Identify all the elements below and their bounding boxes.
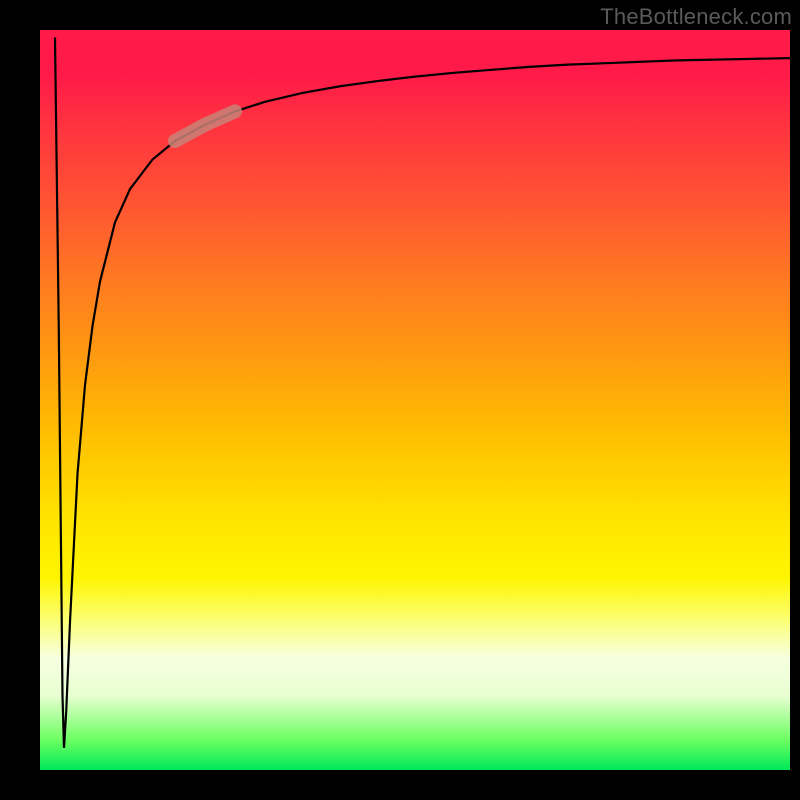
watermark-text: TheBottleneck.com: [600, 4, 792, 30]
gradient-plot-area: [40, 30, 790, 770]
chart-container: TheBottleneck.com: [0, 0, 800, 800]
